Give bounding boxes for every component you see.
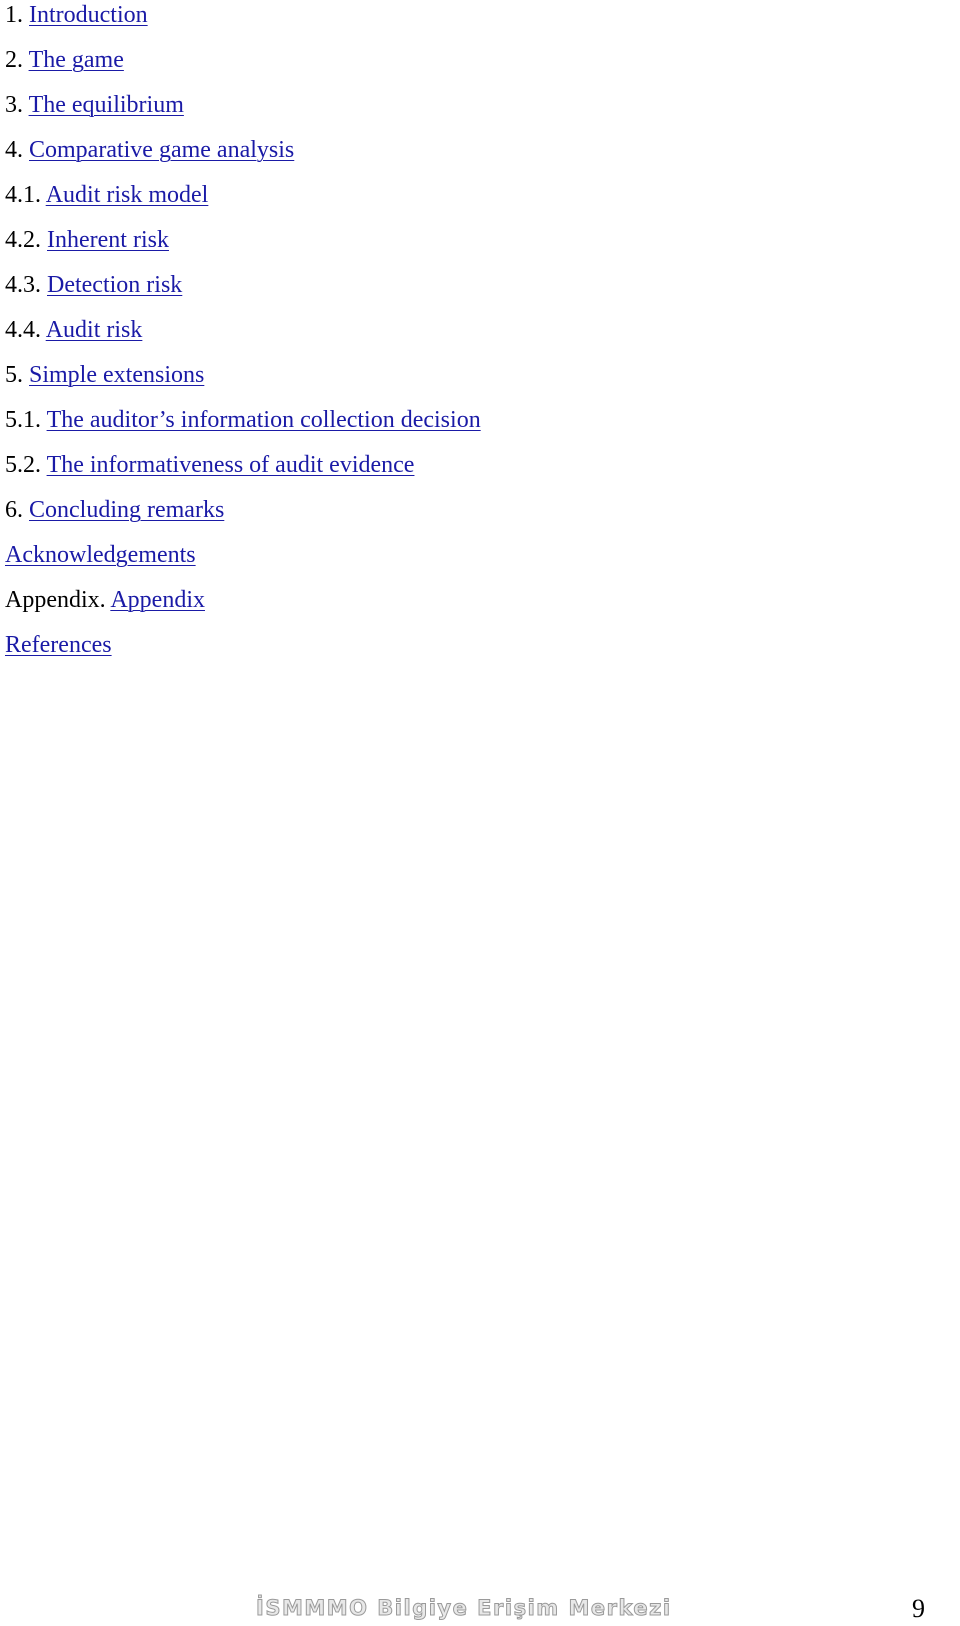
- toc-link-acknowledgements[interactable]: Acknowledgements: [5, 542, 196, 568]
- toc-link-detection-risk[interactable]: Detection risk: [47, 272, 182, 298]
- toc-number: 3.: [5, 92, 29, 118]
- toc-link-comparative-game-analysis[interactable]: Comparative game analysis: [29, 137, 294, 163]
- toc-link-simple-extensions[interactable]: Simple extensions: [29, 362, 204, 388]
- toc-link-audit-risk-model[interactable]: Audit risk model: [46, 182, 209, 208]
- toc-item-acknowledgements: Acknowledgements: [5, 540, 481, 585]
- toc-link-introduction[interactable]: Introduction: [29, 2, 148, 28]
- toc-number: Appendix.: [5, 587, 111, 613]
- toc-item-simple-extensions: 5. Simple extensions: [5, 360, 481, 405]
- toc-item-the-game: 2. The game: [5, 45, 481, 90]
- toc-number: 6.: [5, 497, 29, 523]
- toc-link-informativeness-of-audit-evidence[interactable]: The informativeness of audit evidence: [47, 452, 415, 478]
- toc-number: 5.2.: [5, 452, 47, 478]
- toc-item-the-equilibrium: 3. The equilibrium: [5, 90, 481, 135]
- toc-link-inherent-risk[interactable]: Inherent risk: [47, 227, 169, 253]
- toc-number: 2.: [5, 47, 29, 73]
- toc-item-appendix: Appendix. Appendix: [5, 585, 481, 630]
- toc-item-detection-risk: 4.3. Detection risk: [5, 270, 481, 315]
- footer-watermark: İSMMMO Bilgiye Erişim Merkezi: [256, 1596, 672, 1621]
- toc-link-the-game[interactable]: The game: [29, 47, 124, 73]
- toc-link-the-equilibrium[interactable]: The equilibrium: [29, 92, 184, 118]
- toc-number: 5.: [5, 362, 29, 388]
- toc-number: 4.2.: [5, 227, 47, 253]
- toc-number: 4.: [5, 137, 29, 163]
- toc-link-appendix[interactable]: Appendix: [110, 587, 205, 613]
- toc-number: 4.3.: [5, 272, 47, 298]
- toc-item-information-collection-decision: 5.1. The auditor’s information collectio…: [5, 405, 481, 450]
- toc-item-informativeness-of-audit-evidence: 5.2. The informativeness of audit eviden…: [5, 450, 481, 495]
- toc-item-concluding-remarks: 6. Concluding remarks: [5, 495, 481, 540]
- toc-item-comparative-game-analysis: 4. Comparative game analysis: [5, 135, 481, 180]
- toc-number: 5.1.: [5, 407, 47, 433]
- toc-item-audit-risk-model: 4.1. Audit risk model: [5, 180, 481, 225]
- toc-item-inherent-risk: 4.2. Inherent risk: [5, 225, 481, 270]
- table-of-contents: 1. Introduction 2. The game 3. The equil…: [5, 0, 481, 675]
- toc-number: 1.: [5, 2, 29, 28]
- toc-item-audit-risk: 4.4. Audit risk: [5, 315, 481, 360]
- toc-item-references: References: [5, 630, 481, 675]
- page-number: 9: [912, 1594, 925, 1623]
- toc-link-audit-risk[interactable]: Audit risk: [46, 317, 143, 343]
- toc-link-concluding-remarks[interactable]: Concluding remarks: [29, 497, 224, 523]
- toc-link-references[interactable]: References: [5, 632, 112, 658]
- toc-link-information-collection-decision[interactable]: The auditor’s information collection dec…: [47, 407, 481, 433]
- toc-number: 4.1.: [5, 182, 46, 208]
- toc-number: 4.4.: [5, 317, 46, 343]
- toc-item-introduction: 1. Introduction: [5, 0, 481, 45]
